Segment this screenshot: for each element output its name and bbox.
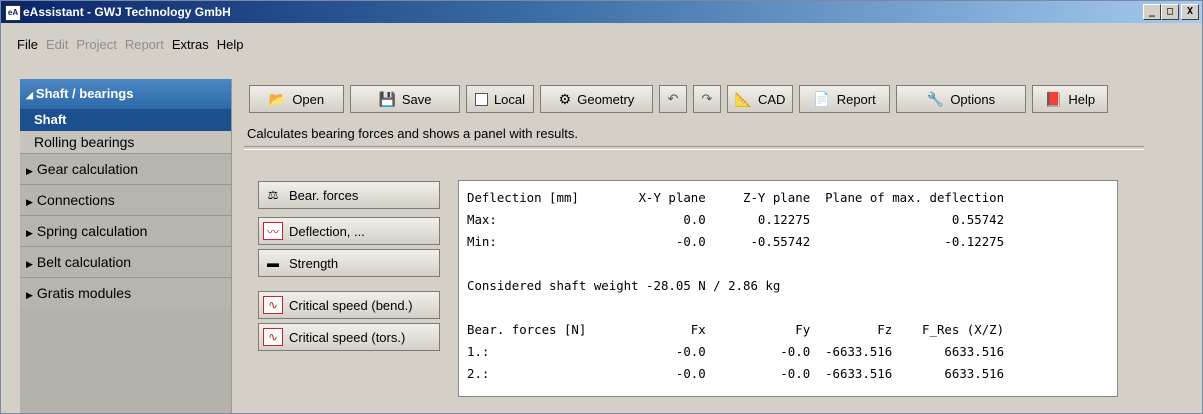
critical-bend-label: Critical speed (bend.) xyxy=(289,297,413,313)
geometry-label: Geometry xyxy=(577,91,635,107)
menu-extras[interactable]: Extras xyxy=(168,35,213,55)
menu-edit[interactable]: Edit xyxy=(42,35,72,55)
undo-icon: ↶ xyxy=(667,91,679,106)
geometry-icon: ⚙ xyxy=(558,90,572,107)
critical-speed-icon: ∿ xyxy=(263,328,283,346)
deflection-label: Deflection, ... xyxy=(289,223,365,239)
sidebar-group-label: Gear calculation xyxy=(36,161,139,177)
cad-icon: 📐 xyxy=(734,90,752,107)
result-line: Deflection [mm] X-Y plane Z-Y plane Plan… xyxy=(467,190,1005,205)
critical-tors-label: Critical speed (tors.) xyxy=(289,329,406,345)
bear-forces-button[interactable]: ⚖ Bear. forces xyxy=(258,181,440,209)
sidebar-group-label: Spring calculation xyxy=(36,223,148,239)
report-icon: 📄 xyxy=(813,90,831,107)
sidebar-item-shaft[interactable]: Shaft xyxy=(20,109,231,131)
minimize-button[interactable]: _ xyxy=(1143,4,1161,20)
result-line: Bear. forces [N] Fx Fy Fz F_Res (X/Z) xyxy=(467,322,1005,337)
open-label: Open xyxy=(292,91,325,107)
save-button[interactable]: 💾 Save xyxy=(350,85,460,113)
triangle-down-icon: ◢ xyxy=(26,90,33,100)
triangle-right-icon: ▶ xyxy=(26,166,33,176)
report-label: Report xyxy=(836,91,876,107)
sidebar-group-spring[interactable]: ▶ Spring calculation xyxy=(20,215,231,246)
sidebar: ◢ Shaft / bearings Shaft Rolling bearings… xyxy=(20,79,232,413)
sidebar-header-label: Shaft / bearings xyxy=(35,86,134,101)
help-label: Help xyxy=(1068,91,1096,107)
menu-bar: File Edit Project Report Extras Help xyxy=(1,35,247,55)
options-label: Options xyxy=(950,91,996,107)
sidebar-group-label: Gratis modules xyxy=(36,285,132,301)
result-line: Min: -0.0 -0.55742 -0.12275 xyxy=(467,234,1005,249)
title-bar[interactable]: eA eAssistant - GWJ Technology GmbH _ □ … xyxy=(1,1,1202,23)
results-panel[interactable]: Deflection [mm] X-Y plane Z-Y plane Plan… xyxy=(458,180,1118,397)
result-line: Considered shaft weight -28.05 N / 2.86 … xyxy=(467,278,781,293)
separator xyxy=(244,146,1144,150)
help-button[interactable]: 📕 Help xyxy=(1032,85,1108,113)
triangle-right-icon: ▶ xyxy=(26,197,33,207)
results-text: Deflection [mm] X-Y plane Z-Y plane Plan… xyxy=(467,187,1004,385)
open-button[interactable]: 📂 Open xyxy=(249,85,344,113)
sidebar-group-label: Belt calculation xyxy=(36,254,132,270)
bear-forces-label: Bear. forces xyxy=(289,187,359,203)
sidebar-item-rolling-bearings[interactable]: Rolling bearings xyxy=(20,131,231,153)
save-label: Save xyxy=(401,91,432,107)
report-button[interactable]: 📄 Report xyxy=(799,85,890,113)
app-window: eA eAssistant - GWJ Technology GmbH _ □ … xyxy=(0,0,1203,414)
local-label: Local xyxy=(493,91,526,107)
menu-project[interactable]: Project xyxy=(72,35,120,55)
strength-button[interactable]: ▬ Strength xyxy=(258,249,440,277)
sidebar-group-gratis[interactable]: ▶ Gratis modules xyxy=(20,277,231,308)
menu-report[interactable]: Report xyxy=(121,35,168,55)
undo-button[interactable]: ↶ xyxy=(659,85,687,113)
sidebar-group-connections[interactable]: ▶ Connections xyxy=(20,184,231,215)
cad-button[interactable]: 📐 CAD xyxy=(727,85,793,113)
cad-label: CAD xyxy=(757,91,786,107)
critical-speed-bend-button[interactable]: ∿ Critical speed (bend.) xyxy=(258,291,440,319)
checkbox-icon xyxy=(474,92,488,106)
deflection-button[interactable]: 〰 Deflection, ... xyxy=(258,217,440,245)
action-buttons: ⚖ Bear. forces 〰 Deflection, ... ▬ Strength… xyxy=(258,181,440,355)
toolbar: 📂 Open 💾 Save Local ⚙ Geometry ↶ ↷ 📐 CAD 📄 Re… xyxy=(249,85,1114,115)
help-book-icon: 📕 xyxy=(1044,90,1063,107)
close-button[interactable]: X xyxy=(1181,4,1199,20)
result-line: 1.: -0.0 -0.0 -6633.516 6633.516 xyxy=(467,344,1005,359)
critical-speed-icon: ∿ xyxy=(263,296,283,314)
menu-file[interactable]: File xyxy=(1,35,42,55)
triangle-right-icon: ▶ xyxy=(26,290,33,300)
critical-speed-tors-button[interactable]: ∿ Critical speed (tors.) xyxy=(258,323,440,351)
options-button[interactable]: 🔧 Options xyxy=(896,85,1026,113)
result-line: 2.: -0.0 -0.0 -6633.516 6633.516 xyxy=(467,366,1005,381)
folder-open-icon: 📂 xyxy=(268,90,287,107)
sidebar-header-shaft-bearings[interactable]: ◢ Shaft / bearings xyxy=(20,79,231,109)
bearing-forces-icon: ⚖ xyxy=(267,188,279,202)
sidebar-group-label: Connections xyxy=(36,192,115,208)
menu-help[interactable]: Help xyxy=(213,35,248,55)
window-title: eAssistant - GWJ Technology GmbH xyxy=(23,5,231,19)
floppy-disk-icon: 💾 xyxy=(378,90,396,107)
triangle-right-icon: ▶ xyxy=(26,228,33,238)
geometry-button[interactable]: ⚙ Geometry xyxy=(540,85,653,113)
module-description: Calculates bearing forces and shows a pa… xyxy=(247,126,578,141)
redo-icon: ↷ xyxy=(701,91,713,106)
strength-icon: ▬ xyxy=(267,256,279,270)
sidebar-group-belt[interactable]: ▶ Belt calculation xyxy=(20,246,231,277)
options-icon: 🔧 xyxy=(926,90,945,107)
maximize-button[interactable]: □ xyxy=(1161,4,1179,20)
triangle-right-icon: ▶ xyxy=(26,259,33,269)
result-line: Max: 0.0 0.12275 0.55742 xyxy=(467,212,1005,227)
redo-button[interactable]: ↷ xyxy=(693,85,721,113)
deflection-icon: 〰 xyxy=(263,222,283,240)
app-icon: eA xyxy=(5,5,21,21)
local-checkbox[interactable]: Local xyxy=(466,85,534,113)
strength-label: Strength xyxy=(289,255,339,271)
sidebar-group-gear[interactable]: ▶ Gear calculation xyxy=(20,153,231,184)
